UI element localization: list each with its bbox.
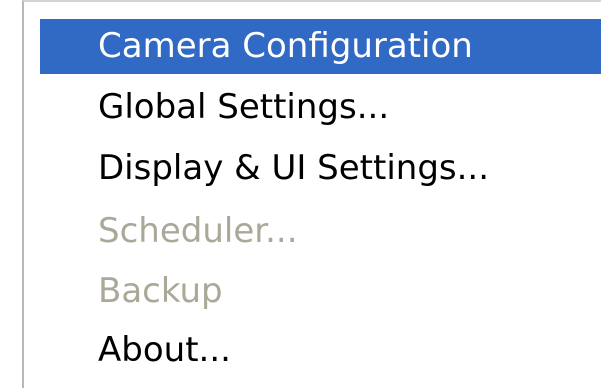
menu-item-global-settings[interactable]: Global Settings... (40, 80, 601, 135)
menu-item-camera-configuration[interactable]: Camera Configuration (40, 19, 601, 74)
context-menu: Camera Configuration Global Settings... … (22, 0, 601, 388)
menu-item-display-ui-settings[interactable]: Display & UI Settings... (40, 141, 601, 196)
menu-item-scheduler: Scheduler... (98, 211, 298, 251)
menu-item-about[interactable]: About... (40, 323, 601, 378)
menu-item-backup: Backup (98, 271, 223, 311)
